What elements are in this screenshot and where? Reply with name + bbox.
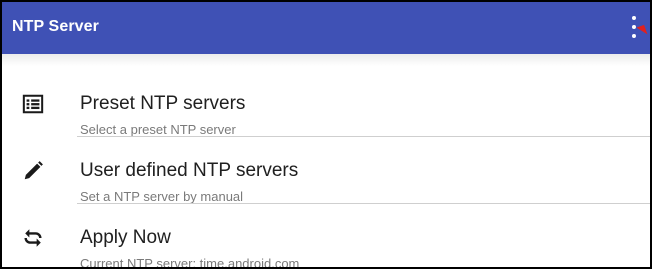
item-title: User defined NTP servers — [80, 160, 299, 181]
sync-icon — [24, 229, 42, 247]
item-subtitle: Current NTP server: time.android.com — [80, 256, 300, 269]
app-bar: NTP Server — [2, 2, 650, 54]
app-screen: NTP Server Preset NTP servers Select a p… — [0, 0, 652, 269]
item-title: Preset NTP servers — [80, 93, 246, 114]
more-vert-icon — [632, 16, 636, 20]
list-item-apply-now[interactable]: Apply Now Current NTP server: time.andro… — [2, 202, 650, 269]
list-item-user-defined-ntp-servers[interactable]: User defined NTP servers Set a NTP serve… — [2, 135, 650, 204]
pencil-icon — [24, 161, 43, 180]
item-title: Apply Now — [80, 227, 171, 248]
list-item-preset-ntp-servers[interactable]: Preset NTP servers Select a preset NTP s… — [2, 68, 650, 137]
list-icon — [22, 94, 44, 114]
page-title: NTP Server — [12, 18, 99, 35]
